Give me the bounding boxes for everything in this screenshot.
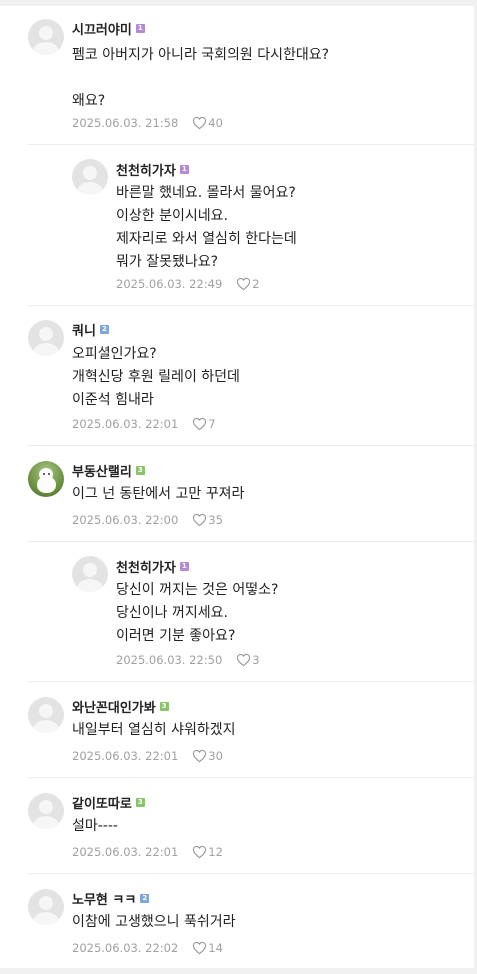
avatar[interactable] bbox=[28, 697, 64, 733]
heart-icon bbox=[193, 116, 207, 130]
comment-date: 2025.06.03. 22:01 bbox=[72, 749, 179, 763]
like-count: 3 bbox=[252, 653, 260, 667]
divider bbox=[28, 873, 474, 874]
like-count: 30 bbox=[208, 749, 223, 763]
like-count: 12 bbox=[208, 845, 223, 859]
level-badge: 3 bbox=[159, 701, 169, 711]
heart-icon bbox=[193, 417, 207, 431]
like-button[interactable]: 2 bbox=[236, 277, 260, 291]
comment-author[interactable]: 노무현 ㅋㅋ bbox=[72, 889, 136, 908]
comment-date: 2025.06.03. 22:49 bbox=[116, 277, 223, 291]
comment-text: 내일부터 열심히 샤워하겠지 bbox=[72, 722, 236, 738]
avatar[interactable] bbox=[28, 793, 64, 829]
divider bbox=[28, 681, 474, 682]
like-count: 35 bbox=[208, 513, 223, 527]
comment-author[interactable]: 천천히가자 bbox=[116, 160, 176, 179]
like-count: 14 bbox=[208, 941, 223, 955]
like-button[interactable]: 40 bbox=[192, 116, 223, 130]
avatar[interactable] bbox=[28, 19, 64, 55]
divider bbox=[28, 305, 474, 306]
divider bbox=[28, 541, 474, 542]
level-badge: 1 bbox=[179, 561, 189, 571]
like-button[interactable]: 7 bbox=[192, 417, 216, 431]
comment-author[interactable]: 와난꼰대인가봐 bbox=[72, 697, 156, 716]
like-button[interactable]: 30 bbox=[192, 749, 223, 763]
comment-date: 2025.06.03. 22:00 bbox=[72, 513, 179, 527]
heart-icon bbox=[193, 749, 207, 763]
heart-icon bbox=[237, 653, 251, 667]
avatar[interactable] bbox=[28, 889, 64, 925]
avatar[interactable] bbox=[28, 320, 64, 356]
level-badge: 3 bbox=[135, 797, 145, 807]
level-badge: 3 bbox=[135, 465, 145, 475]
like-button[interactable]: 12 bbox=[192, 845, 223, 859]
comment-date: 2025.06.03. 22:01 bbox=[72, 845, 179, 859]
level-badge: 1 bbox=[179, 164, 189, 174]
comment-author[interactable]: 부동산랠리 bbox=[72, 461, 132, 480]
comment-date: 2025.06.03. 22:02 bbox=[72, 941, 179, 955]
like-button[interactable]: 3 bbox=[236, 653, 260, 667]
comment-text: 바른말 했네요. 몰라서 물어요? 이상한 분이시네요. 제자리로 와서 열심히… bbox=[116, 185, 297, 270]
divider bbox=[28, 777, 474, 778]
comment-text: 설마---- bbox=[72, 818, 118, 834]
comment-text: 이그 넌 동탄에서 고만 꾸져라 bbox=[72, 486, 245, 502]
divider bbox=[28, 445, 474, 446]
heart-icon bbox=[193, 941, 207, 955]
comment-text: 당신이 꺼지는 것은 어떻소? 당신이나 꺼지세요. 이러면 기분 좋아요? bbox=[116, 582, 279, 644]
like-count: 40 bbox=[208, 116, 223, 130]
comment-author[interactable]: 쿼니 bbox=[72, 320, 96, 339]
divider bbox=[28, 144, 474, 145]
comment-text: 이참에 고생했으니 푹쉬거라 bbox=[72, 914, 236, 930]
like-button[interactable]: 35 bbox=[192, 513, 223, 527]
heart-icon bbox=[193, 845, 207, 859]
avatar[interactable] bbox=[72, 159, 108, 195]
heart-icon bbox=[193, 513, 207, 527]
heart-icon bbox=[237, 277, 251, 291]
like-button[interactable]: 14 bbox=[192, 941, 223, 955]
comment-list: 시끄러야미 1 펨코 아버지가 아니라 국회의원 다시한대요? 왜요? 2025… bbox=[0, 6, 474, 968]
comment-date: 2025.06.03. 22:01 bbox=[72, 417, 179, 431]
level-badge: 1 bbox=[135, 23, 145, 33]
like-count: 7 bbox=[208, 417, 216, 431]
comment-author[interactable]: 시끄러야미 bbox=[72, 19, 132, 38]
comment-date: 2025.06.03. 22:50 bbox=[116, 653, 223, 667]
comment-text: 오피셜인가요? 개혁신당 후원 릴레이 하던데 이준석 힘내라 bbox=[72, 346, 240, 408]
like-count: 2 bbox=[252, 277, 260, 291]
comment-author[interactable]: 천천히가자 bbox=[116, 557, 176, 576]
comment-author[interactable]: 같이또따로 bbox=[72, 793, 132, 812]
comment-text: 펨코 아버지가 아니라 국회의원 다시한대요? 왜요? bbox=[72, 47, 330, 109]
level-badge: 2 bbox=[99, 324, 109, 334]
comment-date: 2025.06.03. 21:58 bbox=[72, 116, 179, 130]
avatar[interactable] bbox=[28, 461, 64, 497]
avatar[interactable] bbox=[72, 556, 108, 592]
level-badge: 2 bbox=[140, 893, 150, 903]
